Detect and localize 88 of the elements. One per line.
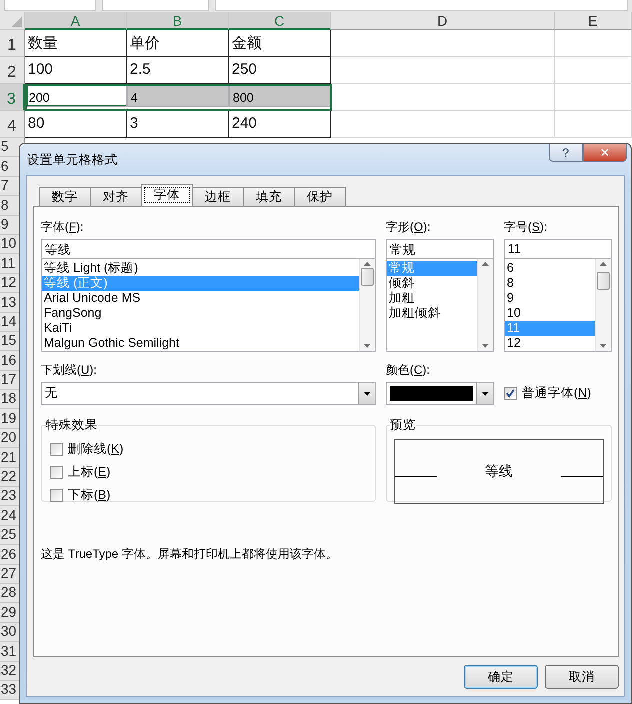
list-item[interactable]: 8 [505,276,595,291]
help-button[interactable]: ? [549,144,583,162]
column-header[interactable]: E [555,12,632,30]
list-item[interactable]: 倾斜 [387,276,477,291]
row-header[interactable]: 3 [0,84,25,111]
input-field[interactable]: 等线 [41,239,376,259]
color-select[interactable] [386,382,494,405]
window-title: 设置单元格格式 [27,152,119,169]
table-cell[interactable] [555,111,632,138]
field-label: 字形(O): [386,219,432,236]
scroll-thumb[interactable] [361,268,374,286]
list-item[interactable]: 加粗倾斜 [387,306,477,321]
scroll-down-icon[interactable] [482,344,489,348]
table-cell[interactable]: 数量 [25,30,127,57]
dialog-button[interactable]: 确定 [464,665,538,689]
table-cell[interactable] [331,30,555,57]
table-cell[interactable]: 80 [25,111,127,138]
column-header[interactable]: C [229,12,331,30]
table-cell[interactable]: 2.5 [127,57,229,84]
list-item[interactable]: 6 [505,261,595,276]
table-cell[interactable] [555,84,632,111]
table-cell[interactable]: 3 [127,111,229,138]
field-label: 字体(F): [41,219,85,236]
table-cell[interactable] [555,57,632,84]
table-cell[interactable] [331,111,555,138]
field-label: 颜色(C): [386,362,432,379]
preview-text: 等线 [485,462,513,480]
input-field[interactable]: 常规 [386,239,494,259]
scroll-up-icon[interactable] [482,262,489,266]
select-all-icon[interactable] [12,17,22,27]
formula-field[interactable] [215,0,628,11]
table-cell[interactable]: 250 [229,57,331,84]
tab[interactable]: 边框 [192,187,244,206]
table-cell[interactable]: 800 [229,84,331,107]
group-title: 特殊效果 [46,417,98,434]
checkbox[interactable] [50,443,63,456]
field-label: 字号(S): [504,219,548,236]
table-cell[interactable]: 单价 [127,30,229,57]
dialog-button[interactable]: 取消 [545,665,619,689]
caret-icon [358,383,375,404]
name-box[interactable] [4,0,96,11]
table-cell[interactable]: 100 [25,57,127,84]
group-title: 预览 [390,417,416,434]
table-cell[interactable]: 金额 [229,30,331,57]
list-item[interactable]: 加粗 [387,291,477,306]
checkbox-label: 普通字体(N) [522,385,592,402]
toolbar-field[interactable] [102,0,209,11]
table-cell[interactable] [331,84,555,111]
checkbox-label: 删除线(K) [68,441,124,458]
list-item[interactable]: KaiTi [42,321,359,336]
underline-select[interactable]: 无 [41,382,376,405]
scroll-up-icon[interactable] [364,262,371,266]
tab[interactable]: 对齐 [90,187,142,206]
row-header[interactable]: 2 [0,57,25,84]
checkbox-label: 上标(E) [68,464,111,481]
list-item[interactable]: 12 [505,336,595,351]
checkbox-label: 下标(B) [68,487,111,504]
tab[interactable]: 字体 [141,184,193,206]
list-item[interactable]: Malgun Gothic Semilight [42,336,359,351]
column-header[interactable]: B [127,12,229,30]
column-header[interactable]: A [25,12,127,30]
checkbox[interactable] [504,387,517,400]
checkbox[interactable] [50,489,63,502]
tab[interactable]: 数字 [39,187,91,206]
scroll-down-icon[interactable] [364,344,371,348]
list-item[interactable]: 等线 Light (标题) [42,261,359,276]
column-header[interactable]: D [331,12,555,30]
row-header[interactable]: 4 [0,111,25,138]
checkbox[interactable] [50,466,63,479]
field-label: 下划线(U): [41,362,98,379]
row-header[interactable]: 1 [0,30,25,57]
table-cell[interactable] [555,30,632,57]
tab[interactable]: 保护 [294,187,346,206]
list-item[interactable]: 9 [505,291,595,306]
tab[interactable]: 填充 [243,187,295,206]
table-cell[interactable] [331,57,555,84]
scroll-down-icon[interactable] [600,344,607,348]
input-field[interactable]: 11 [504,239,612,259]
scroll-up-icon[interactable] [600,262,607,266]
table-cell[interactable]: 200 [25,84,127,107]
description-text: 这是 TrueType 字体。屏幕和打印机上都将使用该字体。 [41,546,339,563]
list-item[interactable]: FangSong [42,306,359,321]
scroll-thumb[interactable] [597,272,610,290]
list-item[interactable]: 10 [505,306,595,321]
caret-icon [476,383,493,404]
table-cell[interactable]: 4 [127,84,229,107]
table-cell[interactable]: 240 [229,111,331,138]
list-item[interactable]: Arial Unicode MS [42,291,359,306]
